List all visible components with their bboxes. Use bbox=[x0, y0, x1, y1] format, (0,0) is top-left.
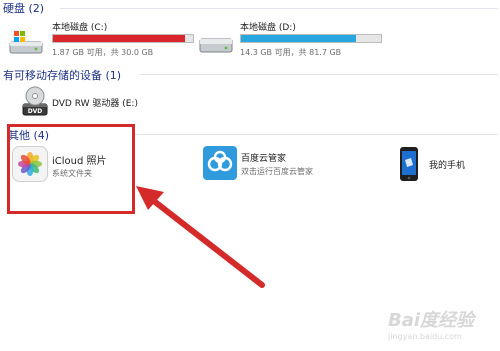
watermark-text: Bai度经验 bbox=[388, 310, 475, 331]
watermark-subtext: jingyan.baidu.com bbox=[388, 332, 462, 341]
watermark-logo: Bai度经验 jingyan.baidu.com bbox=[388, 306, 498, 346]
annotation-arrow bbox=[136, 186, 265, 288]
